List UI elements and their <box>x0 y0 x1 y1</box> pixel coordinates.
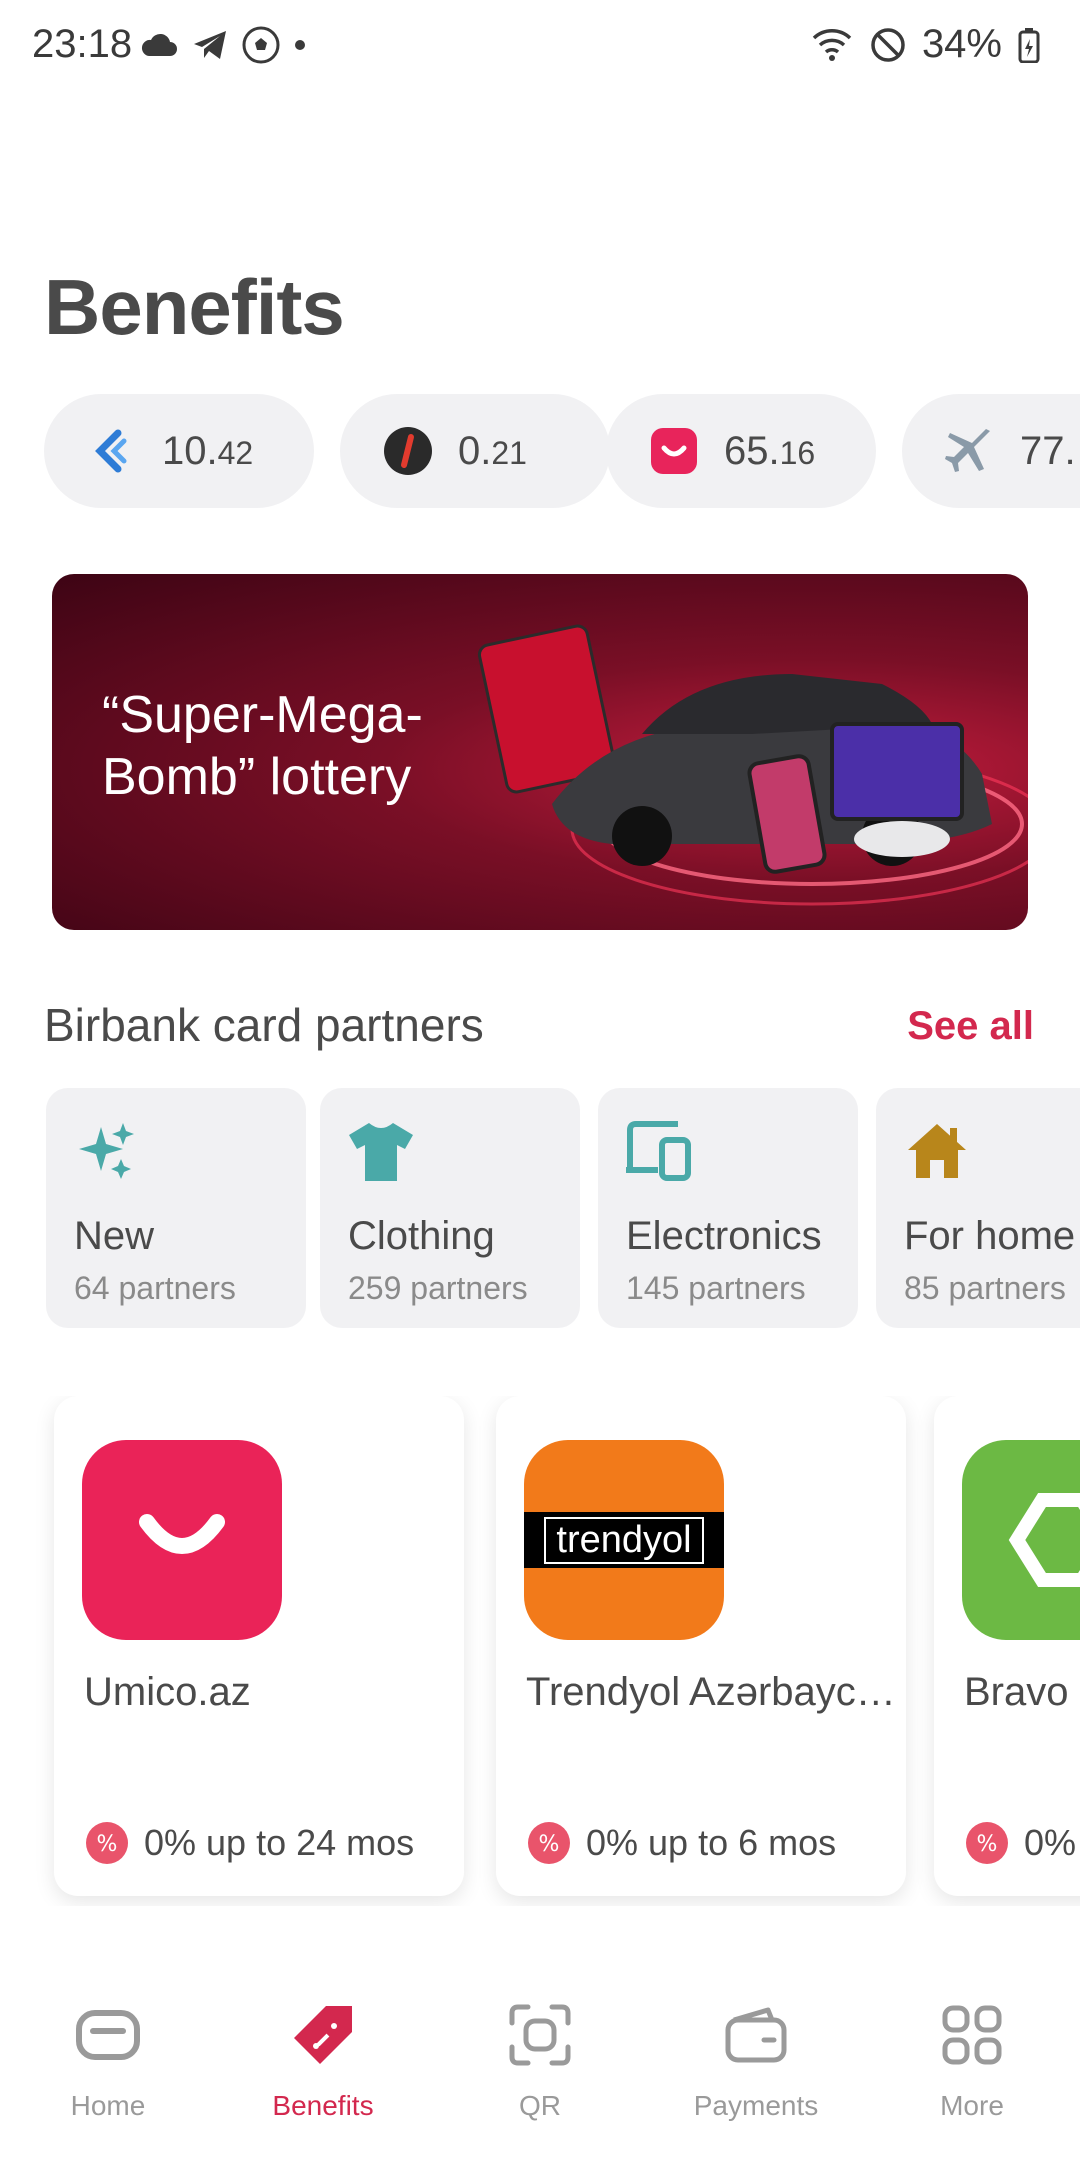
category-card-new[interactable]: New 64 partners <box>46 1088 306 1328</box>
category-list: New 64 partners Clothing 259 partners El… <box>0 1088 1080 1330</box>
percent-badge-icon: % <box>964 1820 1010 1866</box>
nav-payments[interactable]: Payments <box>666 2000 846 2122</box>
svg-text:%: % <box>539 1832 560 1857</box>
nav-label: More <box>940 2090 1004 2121</box>
partner-name: Bravo <box>964 1670 1069 1714</box>
cashback-icon <box>84 423 140 479</box>
category-card-home[interactable]: For home 85 partners <box>876 1088 1080 1328</box>
svg-text:%: % <box>977 1832 998 1857</box>
category-card-clothing[interactable]: Clothing 259 partners <box>320 1088 580 1328</box>
svg-text:%: % <box>97 1832 118 1857</box>
category-name: New <box>74 1214 155 1258</box>
nav-label: QR <box>519 2090 561 2121</box>
percent-badge-icon: % <box>526 1820 572 1866</box>
grid-icon <box>937 2000 1007 2070</box>
balance-fraction: 21 <box>491 434 527 471</box>
balance-value: 10. <box>162 428 218 473</box>
page-title: Benefits <box>44 263 345 351</box>
category-card-electronics[interactable]: Electronics 145 partners <box>598 1088 858 1328</box>
bottom-navigation: Home Benefits QR Payments More <box>0 1982 1080 2178</box>
balance-chip-cashback[interactable]: 10.42 <box>44 394 314 508</box>
offer-text: 0% up to 6 mos <box>586 1822 837 1863</box>
balance-value: 0. <box>458 428 492 473</box>
balance-fraction: 42 <box>217 434 254 471</box>
balance-chip-umico[interactable]: 65.16 <box>606 394 876 508</box>
promo-banner[interactable]: “Super-Mega-Bomb” lottery <box>52 574 1028 930</box>
category-count: 85 partners <box>904 1270 1066 1306</box>
trendyol-logo: trendyol <box>524 1440 724 1640</box>
do-not-disturb-icon <box>870 27 906 63</box>
category-count: 145 partners <box>626 1270 806 1306</box>
partner-card-bravo[interactable]: Bravo % 0% <box>934 1396 1080 1896</box>
dot-icon <box>294 39 306 51</box>
nav-benefits[interactable]: Benefits <box>233 2000 413 2122</box>
nav-home[interactable]: Home <box>18 2000 198 2122</box>
banner-title: “Super-Mega-Bomb” lottery <box>102 686 423 806</box>
partner-offer: % 0% up to 24 mos <box>84 1820 414 1866</box>
bonus-icon <box>380 423 436 479</box>
category-count: 259 partners <box>348 1270 528 1306</box>
balance-chip-bonus[interactable]: 0.21 <box>340 394 610 508</box>
balance-chip-miles[interactable]: 77. <box>902 394 1080 508</box>
partner-card-trendyol[interactable]: trendyol Trendyol Azərbayc… % 0% up to 6… <box>496 1396 906 1896</box>
nav-label: Benefits <box>272 2090 374 2121</box>
benefits-tag-icon <box>288 2000 358 2070</box>
bravo-logo <box>962 1440 1080 1640</box>
partner-offer: % 0% up to 6 mos <box>526 1820 836 1866</box>
percent-badge-icon: % <box>84 1820 130 1866</box>
partner-name: Trendyol Azərbayc… <box>526 1670 896 1714</box>
partner-name: Umico.az <box>84 1670 251 1714</box>
umico-logo <box>82 1440 282 1640</box>
status-icons-right: 34% <box>810 22 1040 67</box>
nav-label: Payments <box>693 2090 819 2121</box>
partner-card-umico[interactable]: Umico.az % 0% up to 24 mos <box>54 1396 464 1896</box>
partner-offer: % 0% <box>964 1820 1076 1866</box>
battery-percentage: 34% <box>921 22 1002 66</box>
wifi-icon <box>810 26 854 64</box>
category-name: Clothing <box>348 1214 495 1258</box>
section-title: Birbank card partners <box>44 999 484 1051</box>
status-icons-left <box>140 26 306 64</box>
soccer-ball-icon <box>242 26 280 64</box>
category-name: For home <box>904 1214 1076 1258</box>
sparkles-icon <box>72 1116 142 1186</box>
devices-icon <box>624 1116 694 1186</box>
see-all-link[interactable]: See all <box>907 1004 1034 1049</box>
cloud-icon <box>140 32 178 58</box>
nav-more[interactable]: More <box>882 2000 1062 2122</box>
status-bar: 23:18 34% <box>0 0 1080 100</box>
balance-fraction: 16 <box>779 434 816 471</box>
home-icon <box>73 2000 143 2070</box>
balance-value: 77. <box>1020 428 1076 473</box>
airplane-icon <box>942 423 998 479</box>
umico-icon <box>646 423 702 479</box>
status-time: 23:18 <box>32 22 133 66</box>
offer-text: 0% up to 24 mos <box>144 1822 415 1863</box>
house-icon <box>902 1116 972 1186</box>
battery-icon <box>1018 27 1040 63</box>
wallet-icon <box>721 2000 791 2070</box>
nav-qr[interactable]: QR <box>450 2000 630 2122</box>
qr-scan-icon <box>505 2000 575 2070</box>
category-count: 64 partners <box>74 1270 236 1306</box>
telegram-icon <box>192 29 228 61</box>
offer-text: 0% <box>1024 1822 1077 1863</box>
partner-list: Umico.az % 0% up to 24 mos trendyol Tren… <box>0 1396 1080 1906</box>
nav-label: Home <box>70 2090 146 2121</box>
balance-value: 65. <box>724 428 780 473</box>
tshirt-icon <box>346 1116 416 1186</box>
category-name: Electronics <box>626 1214 822 1258</box>
balance-chips: 10.42 0.21 65.16 77. <box>44 394 1080 510</box>
trendyol-logo-text: trendyol <box>544 1516 704 1564</box>
